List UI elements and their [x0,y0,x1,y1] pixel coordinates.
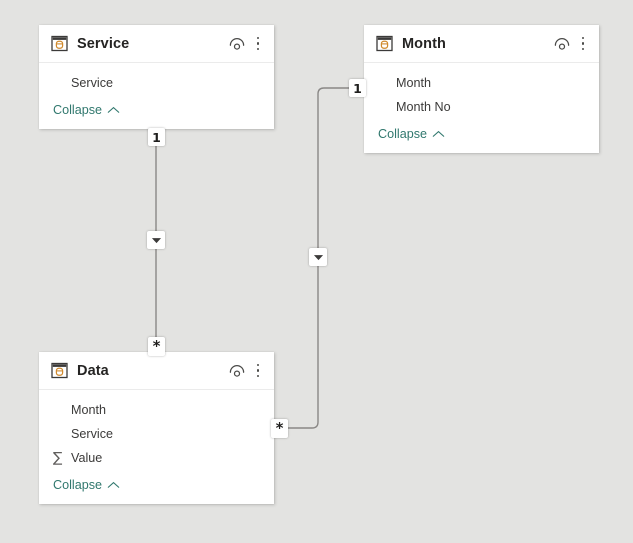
field-row[interactable]: Service [39,422,274,446]
more-options-icon[interactable] [251,34,265,54]
cardinality-badge-many-data-service[interactable]: * [148,337,165,356]
collapse-button[interactable]: Collapse [39,97,120,123]
chevron-up-icon [432,130,445,137]
cross-filter-direction-month-data[interactable] [309,248,327,266]
field-name: Service [71,427,113,441]
table-icon [51,35,68,52]
table-title: Month [402,35,446,52]
cardinality-badge-one-month[interactable]: 1 [349,79,366,97]
collapse-button[interactable]: Collapse [39,472,120,498]
collapse-label: Collapse [378,127,428,141]
eye-hide-icon[interactable] [227,34,247,54]
arrow-down-icon [313,254,323,260]
table-card-header: Service [39,25,274,63]
cardinality-badge-one-service[interactable]: 1 [148,128,165,146]
cardinality-badge-many-data-month[interactable]: * [271,419,288,438]
arrow-down-icon [151,237,161,243]
more-options-icon[interactable] [576,34,590,54]
table-fields-list: Month Service ∑ Value Collapse [39,390,274,498]
table-fields-list: Month Month No Collapse [364,63,599,147]
collapse-label: Collapse [53,103,103,117]
field-row[interactable]: Service [39,71,274,95]
table-card-data[interactable]: Data Month Service ∑ Value Collapse [39,352,274,504]
collapse-button[interactable]: Collapse [364,121,445,147]
table-title: Service [77,35,130,52]
table-icon [376,35,393,52]
table-card-service[interactable]: Service Service Collapse [39,25,274,129]
field-name: Month [71,403,107,417]
field-name: Month No [396,100,451,114]
field-name: Month [396,76,432,90]
table-card-month[interactable]: Month Month Month No Collapse [364,25,599,153]
field-row[interactable]: Month [364,71,599,95]
sum-aggregation-icon: ∑ [53,450,63,466]
more-options-icon[interactable] [251,361,265,381]
field-row[interactable]: Month No [364,95,599,119]
table-fields-list: Service Collapse [39,63,274,123]
table-title: Data [77,362,109,379]
chevron-up-icon [107,106,120,113]
chevron-up-icon [107,481,120,488]
eye-hide-icon[interactable] [227,361,247,381]
model-view-canvas[interactable]: Service Service Collapse Month Month Mon… [0,0,633,543]
cross-filter-direction-service-data[interactable] [147,231,165,249]
table-card-header: Month [364,25,599,63]
field-row[interactable]: ∑ Value [39,446,274,470]
field-name: Service [71,76,113,90]
field-name: Value [71,451,103,465]
table-icon [51,362,68,379]
table-card-header: Data [39,352,274,390]
eye-hide-icon[interactable] [552,34,572,54]
field-row[interactable]: Month [39,398,274,422]
collapse-label: Collapse [53,478,103,492]
